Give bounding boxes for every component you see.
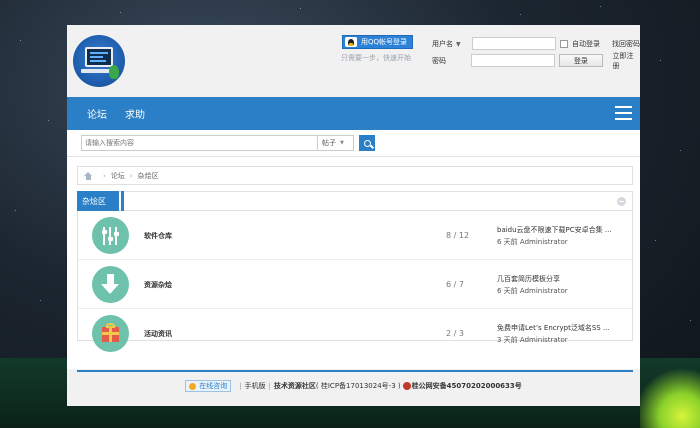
footer-separator: |	[268, 382, 271, 390]
last-post-title[interactable]: 免费申请Let’s Encrypt泛域名SS ...	[497, 322, 610, 334]
register-link[interactable]: 立即注册	[613, 51, 640, 71]
footer-separator: |	[239, 382, 242, 390]
last-post-meta: 3 天前 Administrator	[497, 336, 568, 344]
forum-last-post: baidu云盘不限速下载PC安卓合集 ... 6 天前 Administrato…	[497, 224, 612, 248]
search-button[interactable]	[359, 135, 375, 151]
forum-last-post: 免费申请Let’s Encrypt泛域名SS ... 3 天前 Administ…	[497, 322, 610, 346]
auto-login-checkbox[interactable]: 自动登录	[560, 39, 600, 49]
site-header: 用QQ帐号登录 只需要一步，快速开始 用户名 ▼ 自动登录 找回密码 密码 登录 …	[67, 25, 640, 97]
breadcrumb-item-board[interactable]: 杂烩区	[138, 171, 159, 181]
menu-icon[interactable]	[615, 106, 632, 120]
site-logo[interactable]	[73, 35, 125, 87]
forum-count: 8 / 12	[446, 231, 470, 240]
logo-monitor-icon	[85, 47, 113, 67]
forum-count: 2 / 3	[446, 329, 464, 338]
main-nav: 论坛 求助	[67, 97, 640, 130]
forum-name[interactable]: 软件仓库	[144, 231, 172, 241]
main-content: › 论坛 › 杂烩区 杂烩区 软件仓库 8 / 12 baidu云盘不限速下载P…	[67, 157, 640, 369]
mobile-link[interactable]: 手机版	[245, 381, 266, 391]
last-post-title[interactable]: baidu云盘不限速下载PC安卓合集 ...	[497, 224, 612, 236]
qq-login-label: 用QQ帐号登录	[361, 38, 408, 46]
forum-last-post: 几百套简历模板分享 6 天前 Administrator	[497, 273, 568, 297]
find-password-link[interactable]: 找回密码	[612, 39, 640, 49]
last-post-title[interactable]: 几百套简历模板分享	[497, 273, 568, 285]
forum-name[interactable]: 资源杂烩	[144, 280, 172, 290]
chat-icon	[189, 382, 197, 390]
breadcrumb-separator: ›	[129, 171, 133, 180]
board-title-accent	[121, 191, 124, 211]
board-header: 杂烩区	[77, 191, 632, 211]
qq-penguin-icon	[345, 37, 357, 47]
browser-page: 用QQ帐号登录 只需要一步，快速开始 用户名 ▼ 自动登录 找回密码 密码 登录 …	[67, 25, 640, 406]
search-icon	[363, 139, 371, 147]
last-post-meta: 6 天前 Administrator	[497, 287, 568, 295]
forum-count: 6 / 7	[446, 280, 464, 289]
last-post-meta: 6 天前 Administrator	[497, 238, 568, 246]
breadcrumb-item-forum[interactable]: 论坛	[111, 171, 125, 181]
forum-row[interactable]: 软件仓库 8 / 12 baidu云盘不限速下载PC安卓合集 ... 6 天前 …	[78, 211, 632, 260]
home-icon[interactable]	[84, 171, 93, 180]
police-record-link[interactable]: 桂公网安备45070202000633号	[412, 381, 522, 391]
search-bar: 帖子▼	[67, 130, 640, 157]
qq-login-tip: 只需要一步，快速开始	[341, 54, 411, 62]
checkbox-box	[560, 39, 568, 48]
search-type-select[interactable]: 帖子 ▼	[318, 135, 354, 151]
tent-glow	[640, 368, 700, 428]
search-input[interactable]	[81, 135, 318, 151]
breadcrumb-separator: ›	[103, 171, 106, 180]
breadcrumb: › 论坛 › 杂烩区	[77, 166, 633, 185]
board-title[interactable]: 杂烩区	[77, 191, 119, 211]
login-form: 用户名 ▼ 自动登录 找回密码 密码 登录 立即注册	[432, 36, 640, 70]
sliders-icon[interactable]	[92, 217, 129, 254]
password-label: 密码	[432, 56, 446, 65]
icp-link[interactable]: ( 桂ICP备17013024号-3 )	[316, 381, 401, 391]
logo-plant-icon	[109, 65, 119, 79]
police-badge-icon	[402, 382, 411, 390]
username-input[interactable]	[472, 37, 556, 50]
forum-name[interactable]: 活动资讯	[144, 329, 172, 339]
nav-item-forum[interactable]: 论坛	[87, 106, 107, 121]
site-footer: 在线咨询 | 手机版 | 技术资源社区 ( 桂ICP备17013024号-3 )…	[67, 380, 640, 392]
online-consult-button[interactable]: 在线咨询	[185, 380, 232, 392]
footer-divider	[77, 370, 633, 372]
forum-row[interactable]: 活动资讯 2 / 3 免费申请Let’s Encrypt泛域名SS ... 3 …	[78, 309, 632, 358]
password-input[interactable]	[471, 54, 556, 67]
chevron-down-icon: ▼	[456, 40, 461, 48]
download-icon[interactable]	[92, 266, 129, 303]
qq-login-button[interactable]: 用QQ帐号登录	[342, 35, 413, 49]
collapse-icon[interactable]	[617, 197, 626, 206]
site-name-link[interactable]: 技术资源社区	[274, 381, 316, 391]
username-label[interactable]: 用户名 ▼	[432, 39, 472, 49]
chevron-down-icon: ▼	[340, 140, 344, 146]
board-panel: 杂烩区 软件仓库 8 / 12 baidu云盘不限速下载PC安卓合集 ... 6…	[77, 191, 633, 352]
nav-item-help[interactable]: 求助	[125, 106, 145, 121]
forum-row[interactable]: 资源杂烩 6 / 7 几百套简历模板分享 6 天前 Administrator	[78, 260, 632, 309]
gift-icon[interactable]	[92, 315, 129, 352]
login-button[interactable]: 登录	[559, 54, 603, 67]
